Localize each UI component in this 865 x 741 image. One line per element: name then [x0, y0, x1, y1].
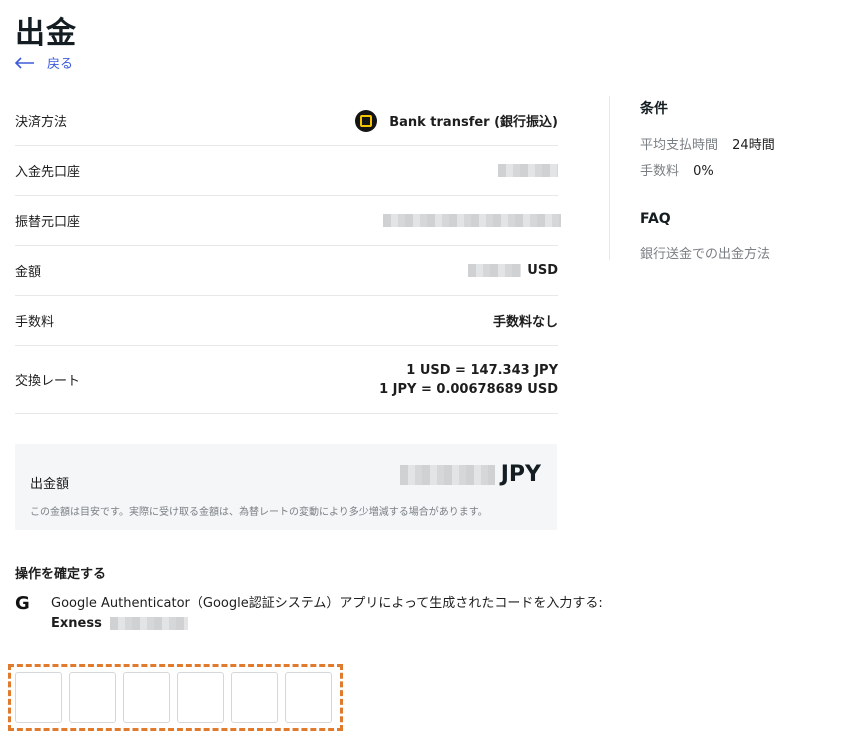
rate-line-2: 1 JPY = 0.00678689 USD: [379, 381, 558, 397]
page-title: 出金: [15, 16, 77, 51]
withdrawal-details: 決済方法 Bank transfer (銀行振込) 入金先口座 振替元口座 金額…: [15, 96, 561, 414]
otp-digit-3[interactable]: [123, 672, 170, 723]
faq-title: FAQ: [640, 211, 671, 227]
row-destination-account: 入金先口座: [15, 146, 558, 196]
row-label: 手数料: [15, 315, 55, 330]
authenticator-text: Google Authenticator（Google認証システム）アプリによっ…: [51, 596, 603, 611]
condition-item: 手数料 0%: [640, 160, 840, 179]
row-value: 手数料なし: [492, 315, 558, 330]
amount-currency: JPY: [500, 462, 541, 487]
row-value: [383, 214, 561, 227]
confirm-title: 操作を確定する: [15, 567, 107, 582]
authenticator-instruction: G Google Authenticator（Google認証システム）アプリに…: [15, 594, 603, 634]
row-value: USD: [468, 263, 558, 278]
row-source-account: 振替元口座: [15, 196, 561, 246]
row-label: 交換レート: [15, 374, 81, 389]
row-exchange-rate: 交換レート 1 USD = 147.343 JPY 1 JPY = 0.0067…: [15, 346, 558, 414]
row-label: 入金先口座: [15, 165, 81, 180]
amount-label: 出金額: [30, 477, 70, 492]
condition-key: 手数料: [640, 164, 680, 179]
rate-line-1: 1 USD = 147.343 JPY: [406, 362, 558, 378]
row-fee: 手数料 手数料なし: [15, 296, 558, 346]
payment-method-name: Bank transfer (銀行振込): [389, 115, 558, 130]
otp-digit-2[interactable]: [69, 672, 116, 723]
arrow-left-icon: [15, 56, 34, 69]
redacted-value: [109, 617, 188, 630]
otp-digit-4[interactable]: [177, 672, 224, 723]
row-value: Bank transfer (銀行振込): [355, 109, 558, 132]
column-divider: [609, 96, 610, 260]
bank-icon: [355, 109, 378, 132]
row-value: 1 USD = 147.343 JPY 1 JPY = 0.00678689 U…: [379, 361, 558, 399]
amount-value: JPY: [399, 462, 541, 487]
condition-value: 0%: [693, 164, 714, 179]
condition-key: 平均支払時間: [640, 138, 719, 153]
google-icon: G: [15, 593, 30, 614]
row-label: 金額: [15, 265, 42, 280]
otp-digit-1[interactable]: [15, 672, 62, 723]
redacted-value: [399, 464, 495, 485]
row-value: [498, 164, 558, 177]
otp-code-input: [8, 664, 343, 731]
condition-value: 24時間: [732, 138, 775, 153]
otp-digit-6[interactable]: [285, 672, 332, 723]
withdrawal-amount-box: 出金額 JPY この金額は目安です。実際に受け取る金額は、為替レートの変動により…: [15, 444, 557, 530]
amount-currency: USD: [527, 263, 558, 278]
amount-note: この金額は目安です。実際に受け取る金額は、為替レートの変動により多少増減する場合…: [30, 507, 488, 518]
conditions-title: 条件: [640, 101, 668, 117]
row-label: 決済方法: [15, 115, 68, 130]
account-prefix: Exness: [51, 616, 102, 631]
row-label: 振替元口座: [15, 215, 81, 230]
back-link[interactable]: 戻る: [15, 53, 73, 72]
row-payment-method: 決済方法 Bank transfer (銀行振込): [15, 96, 558, 146]
redacted-value: [468, 264, 522, 277]
condition-item: 平均支払時間 24時間: [640, 134, 840, 153]
back-label: 戻る: [47, 57, 74, 72]
otp-digit-5[interactable]: [231, 672, 278, 723]
row-amount: 金額 USD: [15, 246, 558, 296]
redacted-value: [498, 164, 558, 177]
redacted-value: [383, 214, 561, 227]
faq-link[interactable]: 銀行送金での出金方法: [640, 243, 840, 262]
sidebar: 条件 平均支払時間 24時間 手数料 0% FAQ 銀行送金での出金方法: [640, 98, 840, 262]
